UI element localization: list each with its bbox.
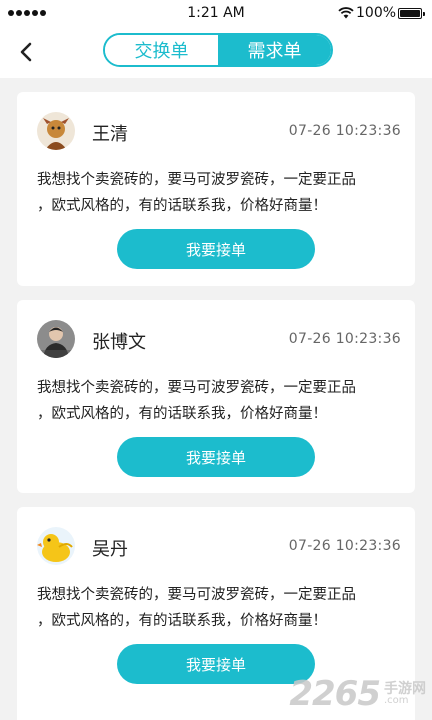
- order-datetime: 07-26 10:23:36: [288, 331, 401, 347]
- watermark-side-text: 手游网 .com: [384, 682, 426, 706]
- order-datetime: 07-26 10:23:36: [288, 123, 401, 139]
- order-card: 张博文 07-26 10:23:36 我想找个卖瓷砖的，要马可波罗瓷砖，一定要正…: [17, 300, 415, 493]
- description-line: 我想找个卖瓷砖的，要马可波罗瓷砖，一定要正品: [37, 380, 356, 396]
- description-line: ，欧式风格的，有的话联系我，价格好商量！: [37, 613, 327, 629]
- accept-order-button[interactable]: 我要接单: [117, 644, 315, 684]
- user-name: 吴丹: [92, 539, 128, 560]
- description-line: 我想找个卖瓷砖的，要马可波罗瓷砖，一定要正品: [37, 172, 356, 188]
- user-name: 王清: [92, 124, 128, 145]
- order-description: 我想找个卖瓷砖的，要马可波罗瓷砖，一定要正品 ，欧式风格的，有的话联系我，价格好…: [37, 375, 402, 427]
- order-type-switch: 交换单 需求单: [103, 33, 333, 67]
- back-arrow-icon[interactable]: [16, 40, 38, 64]
- status-bar: 1:21 AM 100%: [0, 0, 432, 28]
- order-description: 我想找个卖瓷砖的，要马可波罗瓷砖，一定要正品 ，欧式风格的，有的话联系我，价格好…: [37, 167, 402, 219]
- watermark-top: 手游网: [384, 681, 426, 697]
- order-description: 我想找个卖瓷砖的，要马可波罗瓷砖，一定要正品 ，欧式风格的，有的话联系我，价格好…: [37, 582, 402, 634]
- order-card: 王清 07-26 10:23:36 我想找个卖瓷砖的，要马可波罗瓷砖，一定要正品…: [17, 92, 415, 286]
- accept-order-button[interactable]: 我要接单: [117, 229, 315, 269]
- description-line: ，欧式风格的，有的话联系我，价格好商量！: [37, 198, 327, 214]
- user-name: 张博文: [92, 332, 146, 353]
- battery-fill: [400, 10, 420, 17]
- tab-demand-order[interactable]: 需求单: [218, 35, 331, 65]
- order-datetime: 07-26 10:23:36: [288, 538, 401, 554]
- watermark-number: 2265: [289, 674, 381, 714]
- description-line: ，欧式风格的，有的话联系我，价格好商量！: [37, 406, 327, 422]
- watermark-bottom: .com: [384, 695, 409, 706]
- site-watermark-logo: 2265 手游网 .com: [289, 674, 426, 714]
- yellow-duck-avatar: [37, 527, 75, 565]
- nav-bar: 交换单 需求单: [0, 28, 432, 78]
- tab-exchange-order[interactable]: 交换单: [105, 35, 218, 65]
- screen: 1:21 AM 100% 交换单 需求单 王清 07-26 10:23:36 我…: [0, 0, 432, 720]
- person-photo-avatar: [37, 320, 75, 358]
- cartoon-figure-avatar: [37, 112, 75, 150]
- description-line: 我想找个卖瓷砖的，要马可波罗瓷砖，一定要正品: [37, 587, 356, 603]
- battery-percentage: 100%: [356, 5, 397, 21]
- accept-order-button[interactable]: 我要接单: [117, 437, 315, 477]
- battery-icon: [398, 8, 425, 19]
- wifi-icon: [338, 7, 354, 19]
